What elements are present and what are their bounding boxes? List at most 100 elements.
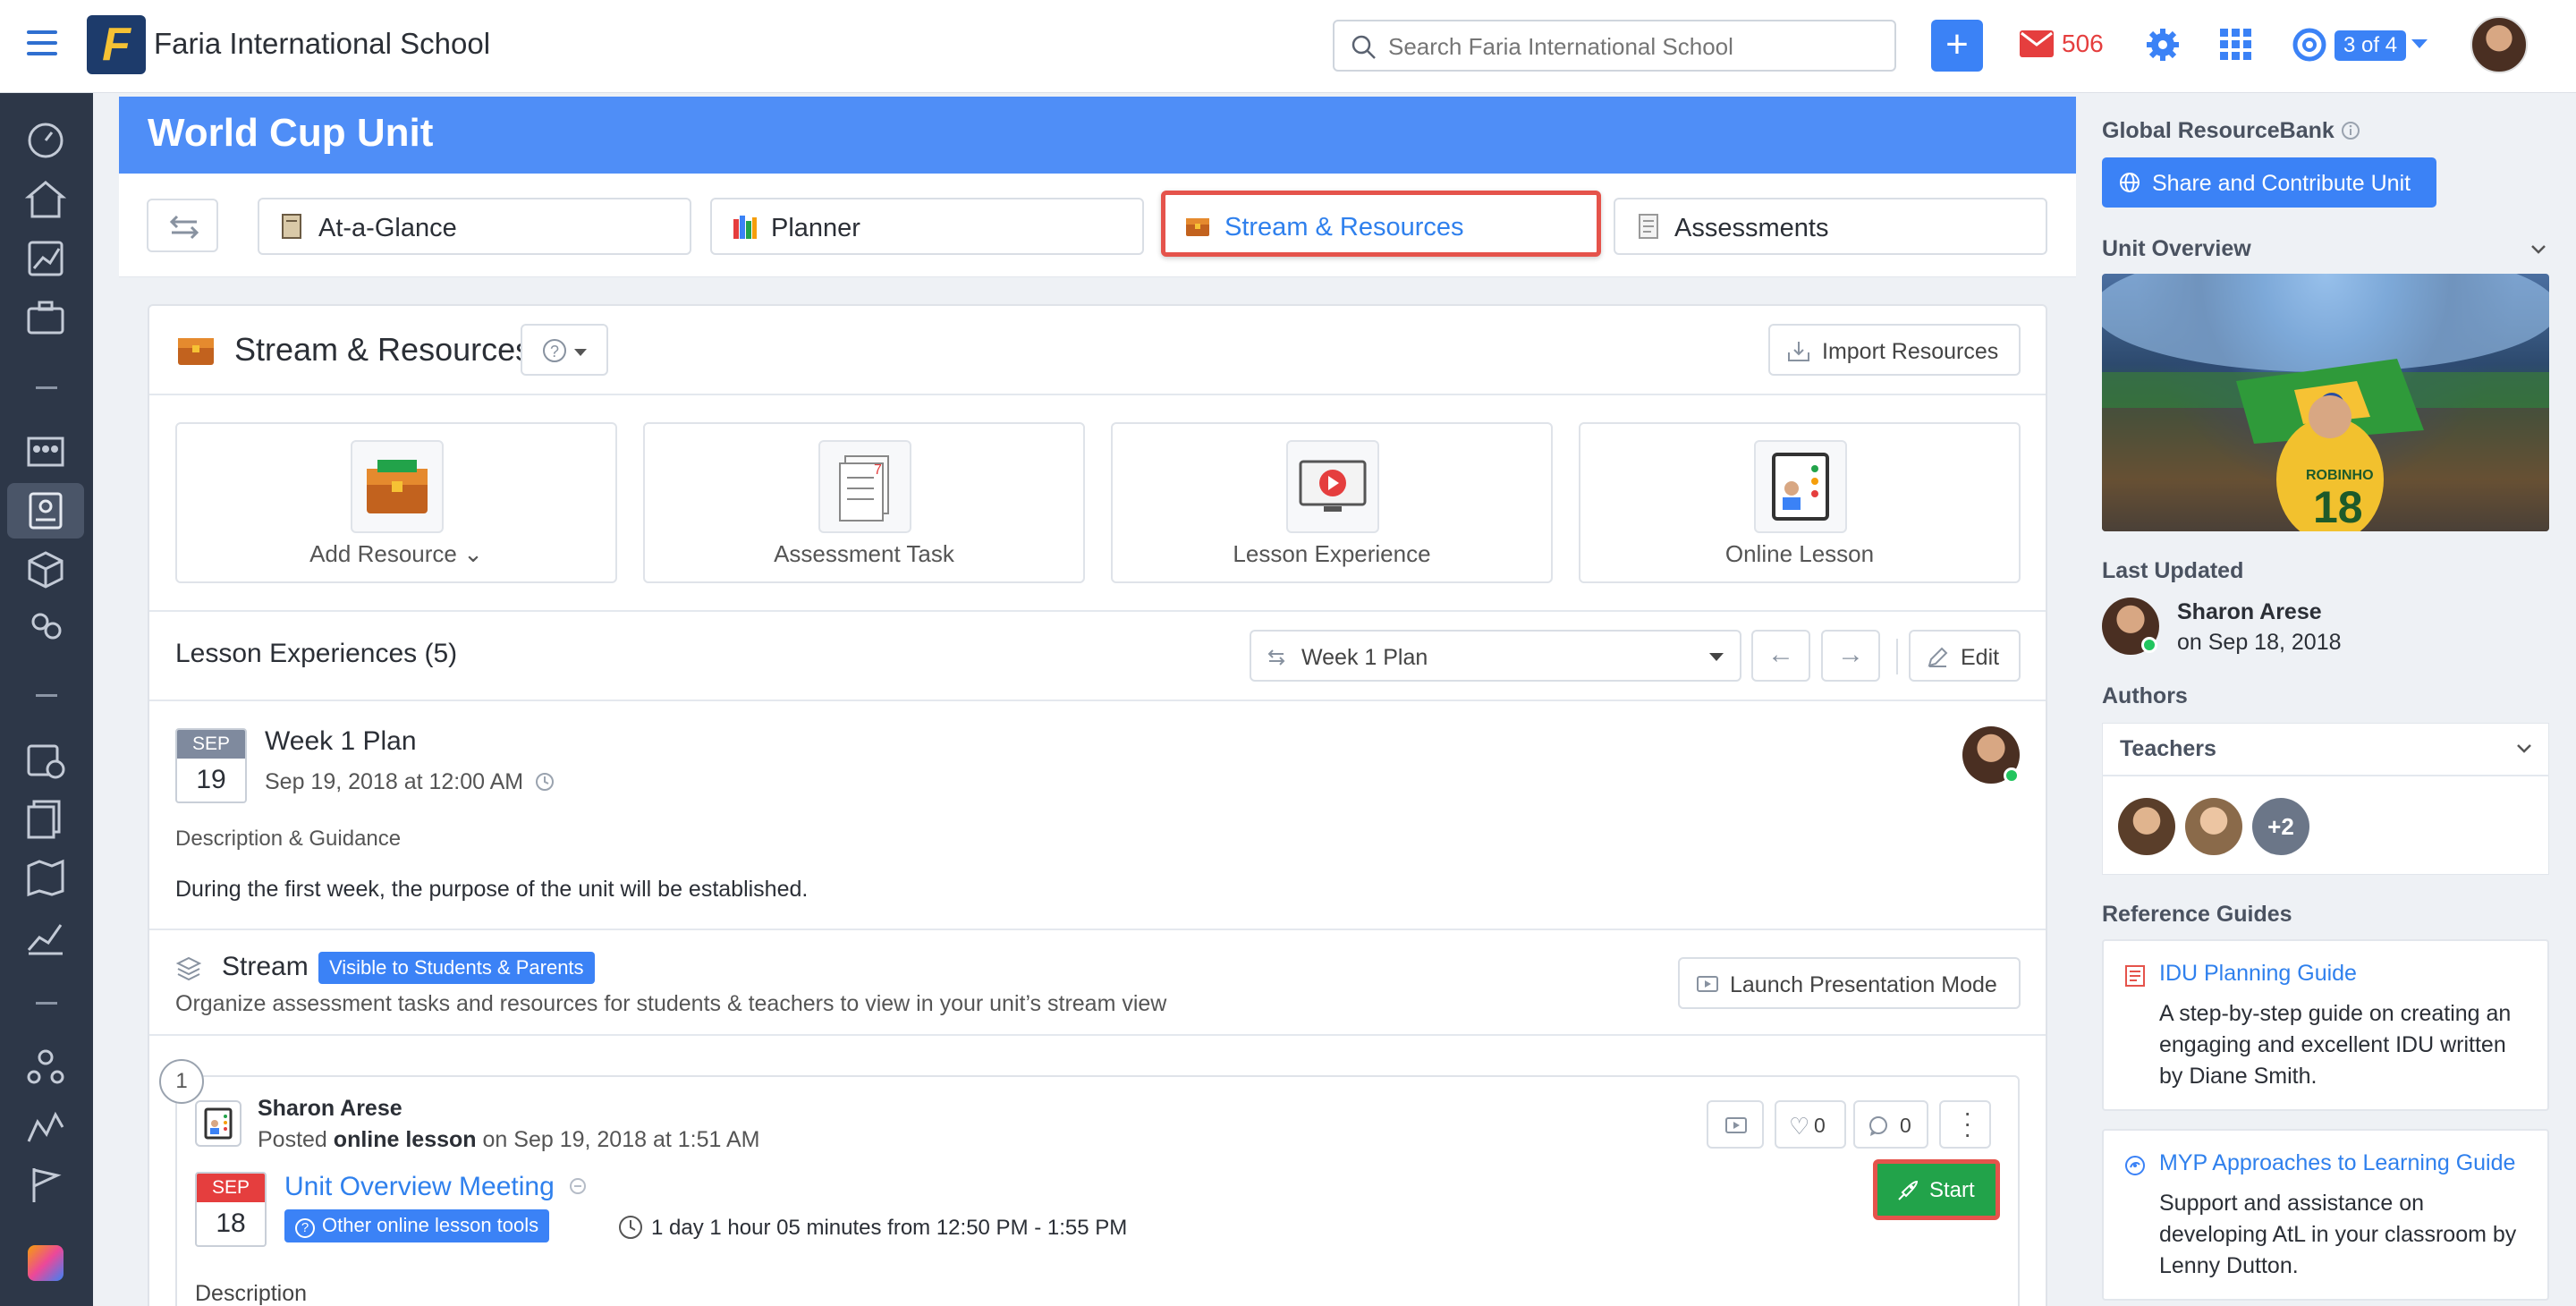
analytics-icon[interactable] (25, 238, 66, 279)
arrow-right-icon: → (1837, 640, 1864, 669)
calendar-icon[interactable] (25, 739, 66, 780)
guide-card[interactable]: IDU Planning Guide A step-by-step guide … (2102, 939, 2549, 1111)
tab-label: At-a-Glance (318, 214, 457, 242)
svg-text:18: 18 (2313, 482, 2363, 531)
guide-text: Support and assistance on developing AtL… (2159, 1191, 2517, 1278)
plan-date-text: Sep 19, 2018 at 12:00 AM (265, 769, 524, 794)
prev-button[interactable]: ← (1751, 630, 1810, 682)
reports-icon[interactable] (25, 916, 66, 957)
cube-icon[interactable] (25, 549, 66, 590)
chevron-down-icon[interactable] (2529, 243, 2547, 256)
flag-icon[interactable] (25, 1165, 66, 1206)
mail-icon[interactable] (2020, 30, 2054, 57)
video-screen-icon (1299, 460, 1367, 512)
tab-assessments[interactable]: Assessments (1614, 198, 2047, 255)
app-switcher-logo[interactable] (28, 1245, 64, 1281)
menu-icon[interactable] (27, 30, 57, 57)
unit-planner-icon[interactable] (25, 490, 66, 531)
last-updated-label: Last Updated (2102, 558, 2244, 583)
user-avatar[interactable] (2470, 16, 2528, 73)
teachers-label[interactable]: Teachers (2120, 736, 2216, 762)
chevron-down-icon[interactable] (2411, 39, 2428, 48)
edit-button[interactable]: Edit (1909, 630, 2021, 682)
edit-label: Edit (1961, 645, 2000, 670)
next-button[interactable]: → (1821, 630, 1880, 682)
plan-title[interactable]: Week 1 Plan (265, 726, 417, 757)
comment-button[interactable]: 0 (1853, 1100, 1928, 1149)
chevron-down-icon[interactable] (2515, 742, 2533, 755)
back-button[interactable] (147, 199, 218, 252)
present-button[interactable] (1707, 1100, 1764, 1149)
layers-icon (175, 956, 202, 981)
lesson-date-tile: SEP 18 (195, 1172, 267, 1247)
date-month: SEP (177, 730, 245, 759)
trends-icon[interactable] (25, 1106, 66, 1147)
lesson-title-link[interactable]: Unit Overview Meeting (284, 1172, 589, 1202)
assessment-task-card[interactable]: 7 Assessment Task (643, 422, 1085, 583)
org-chart-icon[interactable] (25, 1047, 66, 1088)
week-select[interactable]: Week 1 Plan (1250, 630, 1741, 682)
info-icon[interactable] (2341, 121, 2360, 140)
more-vertical-icon: · · · (1963, 1098, 1972, 1148)
more-options-button[interactable]: · · · (1939, 1100, 1991, 1149)
start-button[interactable]: Start (1873, 1159, 2000, 1220)
teacher-avatar[interactable] (2118, 798, 2175, 855)
teacher-avatar[interactable] (2185, 798, 2242, 855)
chevron-down-icon: ⌄ (463, 540, 483, 567)
add-resource-card[interactable]: Add Resource ⌄ (175, 422, 617, 583)
search-input[interactable] (1388, 30, 1871, 63)
launch-presentation-button[interactable]: Launch Presentation Mode (1678, 957, 2021, 1009)
unit-overview-image[interactable]: ROBINHO 18 (2102, 274, 2549, 531)
plan-date: Sep 19, 2018 at 12:00 AM (265, 769, 555, 795)
lesson-experiences-heading: Lesson Experiences (5) (175, 639, 458, 668)
treasure-chest-icon (178, 338, 214, 365)
like-button[interactable]: ♡ 0 (1775, 1100, 1846, 1149)
classes-icon[interactable] (25, 431, 66, 472)
guide-title[interactable]: MYP Approaches to Learning Guide (2159, 1150, 2515, 1176)
home-icon[interactable] (25, 179, 66, 220)
post-prefix: Posted (258, 1127, 327, 1152)
pencil-icon (1928, 647, 1948, 667)
updater-name[interactable]: Sharon Arese (2177, 599, 2322, 625)
import-resources-button[interactable]: Import Resources (1768, 324, 2021, 376)
documents-icon[interactable] (25, 798, 66, 839)
people-icon[interactable] (25, 608, 66, 649)
more-teachers-badge[interactable]: +2 (2252, 798, 2309, 855)
help-dropdown[interactable]: ? (521, 324, 608, 376)
online-tools-badge[interactable]: ? Other online lesson tools (284, 1209, 550, 1242)
share-contribute-button[interactable]: Share and Contribute Unit (2102, 157, 2436, 208)
date-month: SEP (197, 1174, 265, 1202)
clock-icon (619, 1216, 642, 1239)
unit-overview-label: Unit Overview (2102, 236, 2251, 261)
mail-count[interactable]: 506 (2062, 30, 2104, 58)
gear-icon[interactable] (2145, 27, 2181, 63)
tab-planner[interactable]: Planner (710, 198, 1144, 255)
tab-at-a-glance[interactable]: At-a-Glance (258, 198, 691, 255)
pager-badge[interactable]: 3 of 4 (2334, 30, 2407, 61)
search-box[interactable] (1333, 20, 1896, 72)
support-icon[interactable] (2292, 27, 2327, 63)
divider (1896, 639, 1898, 674)
divider (2102, 775, 2549, 776)
online-lesson-card[interactable]: Online Lesson (1579, 422, 2021, 583)
guide-card[interactable]: MYP Approaches to Learning Guide Support… (2102, 1129, 2549, 1301)
week-select-value: Week 1 Plan (1301, 645, 1428, 670)
treasure-chest-icon (367, 460, 428, 513)
svg-text:7: 7 (874, 462, 882, 478)
post-author[interactable]: Sharon Arese (258, 1096, 402, 1122)
apps-grid-icon[interactable] (2218, 27, 2254, 63)
tab-label: Stream & Resources (1224, 213, 1464, 242)
map-icon[interactable] (25, 857, 66, 898)
help-icon: ? (295, 1218, 315, 1238)
briefcase-icon[interactable] (25, 297, 66, 338)
tab-stream-resources[interactable]: Stream & Resources (1161, 191, 1601, 257)
tools-label: Other online lesson tools (322, 1214, 539, 1236)
school-logo[interactable]: F (87, 15, 146, 74)
school-name[interactable]: Faria International School (154, 27, 490, 61)
guide-title[interactable]: IDU Planning Guide (2159, 961, 2357, 987)
arrow-left-icon: ← (1767, 640, 1794, 669)
dashboard-icon[interactable] (25, 120, 66, 161)
lesson-experience-card[interactable]: Lesson Experience (1111, 422, 1553, 583)
add-button[interactable]: + (1931, 20, 1983, 72)
date-day: 18 (216, 1208, 246, 1238)
